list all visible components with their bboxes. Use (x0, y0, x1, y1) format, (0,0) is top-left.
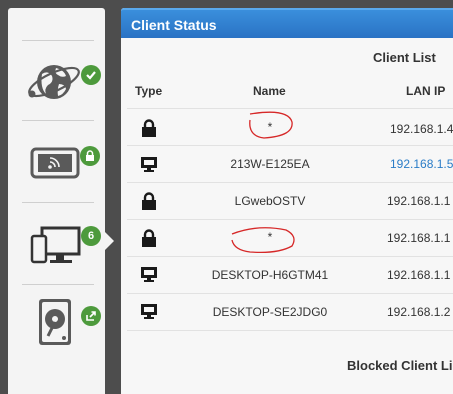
monitor-icon (141, 157, 157, 172)
external-link-icon (81, 306, 101, 326)
red-scribble-annotation (231, 227, 295, 254)
client-ip: 192.168.1.2 (387, 305, 451, 319)
client-ip: 192.168.1.1 (387, 194, 451, 208)
sidebar-divider (22, 284, 94, 285)
client-ip: 192.168.1.1 (387, 268, 451, 282)
wireless-tablet-icon (30, 147, 80, 179)
client-name: DESKTOP-SE2JDG0 (212, 305, 328, 319)
panel-title: Client Status (131, 17, 217, 33)
client-name: 213W-E125EA (230, 157, 310, 171)
row-divider (127, 293, 453, 294)
row-divider (127, 182, 453, 183)
row-divider (127, 219, 453, 220)
column-header-name: Name (253, 84, 286, 98)
client-name: DESKTOP-H6GTM41 (211, 268, 329, 282)
monitor-icon (141, 267, 157, 282)
client-ip: 192.168.1.1 (387, 231, 451, 245)
sidebar-item-internet[interactable] (8, 46, 105, 128)
client-ip: 192.168.1.4 (390, 122, 453, 136)
sidebar-divider (22, 120, 94, 121)
sidebar-item-devices[interactable]: 6 (8, 208, 105, 290)
row-divider (127, 145, 453, 146)
router-status-page: 6 Client Status Client List Type Name LA… (0, 0, 453, 394)
status-sidebar: 6 (8, 8, 105, 394)
internet-globe-icon (28, 65, 80, 99)
device-count-badge: 6 (81, 226, 101, 246)
lock-icon (142, 119, 156, 137)
column-header-type: Type (135, 84, 163, 98)
monitor-icon (141, 304, 157, 319)
sidebar-divider (22, 202, 94, 203)
hard-drive-icon (39, 299, 71, 345)
panel-header: Client Status (121, 8, 453, 38)
lock-icon (142, 192, 156, 210)
red-scribble-annotation (249, 111, 293, 139)
sidebar-divider (22, 40, 94, 41)
blocked-client-list-title: Blocked Client Li (347, 358, 453, 373)
active-item-pointer (105, 232, 114, 250)
lock-badge-icon (80, 146, 100, 166)
row-divider (127, 256, 453, 257)
lock-icon (142, 229, 156, 247)
sidebar-item-storage[interactable] (8, 290, 105, 372)
devices-icon (30, 226, 81, 264)
client-name: LGwebOSTV (234, 194, 306, 208)
check-icon (81, 65, 101, 85)
sidebar-item-wireless[interactable] (8, 126, 105, 208)
row-divider (127, 330, 453, 331)
row-divider (127, 108, 453, 109)
client-ip-link[interactable]: 192.168.1.5 (390, 157, 453, 171)
client-list-title: Client List (373, 50, 436, 65)
column-header-lan-ip: LAN IP (406, 84, 446, 98)
